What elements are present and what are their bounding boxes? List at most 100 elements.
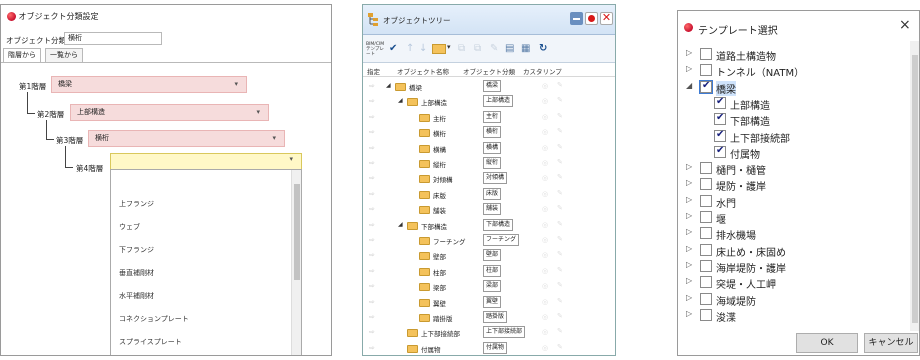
expand-icon[interactable]: ◢ — [686, 81, 692, 90]
dropdown-option[interactable]: 垂直補剛材 — [119, 268, 154, 278]
template-item[interactable]: ▷ 床止め・床固め — [678, 241, 908, 259]
dropdown-option[interactable]: 上フランジ — [119, 199, 154, 209]
template-item[interactable]: ▷ 海岸堤防・護岸 — [678, 257, 908, 275]
category-field[interactable]: 壁部 — [483, 249, 502, 262]
category-field[interactable]: 付属物 — [483, 341, 508, 354]
custom-icon[interactable]: ◎ — [542, 251, 548, 259]
template-item[interactable]: ▷ トンネル（NATM） — [678, 61, 908, 79]
pencil-icon[interactable]: ✎ — [557, 297, 563, 305]
category-field[interactable]: 横構 — [483, 141, 502, 154]
template-item[interactable]: ▷ 水門 — [678, 192, 908, 210]
checkbox[interactable] — [714, 96, 726, 109]
level-4-dropdown[interactable]: 上フランジ ウェブ 下フランジ 垂直補剛材 水平補剛材 コネクションプレート ス… — [110, 169, 302, 355]
expand-icon[interactable]: ▷ — [686, 178, 692, 187]
tree-row[interactable]: ⇨ 付属物 付属物 ◎ ✎ — [363, 341, 615, 355]
tree-row[interactable]: ⇨ 梁部 梁部 ◎ ✎ — [363, 279, 615, 295]
pencil-icon[interactable]: ✎ — [557, 327, 563, 335]
category-field[interactable]: 主桁 — [483, 110, 502, 123]
template-item[interactable]: ▷ 排水機場 — [678, 224, 908, 242]
template-item[interactable]: ▷ 海域堤防 — [678, 290, 908, 308]
checkbox[interactable] — [700, 162, 712, 175]
category-field[interactable]: 横桁 — [483, 126, 502, 139]
pointer-icon[interactable]: ⇨ — [369, 174, 375, 182]
checkbox[interactable] — [700, 64, 712, 77]
dropdown-option[interactable]: コネクションプレート — [119, 314, 189, 324]
pencil-icon[interactable]: ✎ — [557, 96, 563, 104]
custom-icon[interactable]: ◎ — [542, 97, 548, 105]
expand-icon[interactable]: ◢ — [398, 221, 403, 228]
custom-icon[interactable]: ◎ — [542, 236, 548, 244]
expand-icon[interactable]: ▷ — [686, 195, 692, 204]
pointer-icon[interactable]: ⇨ — [369, 82, 375, 90]
checkbox[interactable] — [700, 276, 712, 289]
custom-icon[interactable]: ◎ — [542, 190, 548, 198]
paste-icon[interactable]: ⧉ — [474, 43, 481, 55]
custom-icon[interactable]: ◎ — [542, 328, 548, 336]
category-field[interactable]: 舗装 — [483, 203, 502, 216]
custom-icon[interactable]: ◎ — [542, 82, 548, 90]
pencil-icon[interactable]: ✎ — [557, 173, 563, 181]
add-folder-icon[interactable] — [432, 44, 446, 54]
template-button[interactable]: BIM/CIM テンプレート — [366, 42, 388, 57]
category-field[interactable]: 上部構造 — [483, 95, 514, 108]
template-item[interactable]: 下部構造 — [678, 110, 908, 128]
pencil-icon[interactable]: ✎ — [557, 204, 563, 212]
dropdown-option[interactable]: スプライスプレート — [119, 337, 182, 347]
tree-row[interactable]: ⇨ 横構 横構 ◎ ✎ — [363, 141, 615, 157]
expand-icon[interactable]: ▷ — [686, 260, 692, 269]
checkbox[interactable] — [700, 308, 712, 321]
pointer-icon[interactable]: ⇨ — [369, 144, 375, 152]
tree-row[interactable]: ⇨ 踏掛版 踏掛版 ◎ ✎ — [363, 310, 615, 326]
checkbox[interactable] — [714, 112, 726, 126]
tree-row[interactable]: ⇨ 柱部 柱部 ◎ ✎ — [363, 264, 615, 280]
checkbox[interactable] — [714, 145, 726, 158]
tree-row[interactable]: ⇨ 主桁 主桁 ◎ ✎ — [363, 110, 615, 126]
tree-row[interactable]: ⇨ フーチング フーチング ◎ ✎ — [363, 233, 615, 249]
template-item[interactable]: ▷ 突堤・人工岬 — [678, 273, 908, 291]
tree-row[interactable]: ⇨ 対傾構 対傾構 ◎ ✎ — [363, 171, 615, 187]
template-item[interactable]: ▷ 堤防・護岸 — [678, 175, 908, 193]
tree-row[interactable]: ⇨ ◢ 橋梁 橋梁 ◎ ✎ — [363, 79, 615, 95]
checkbox[interactable] — [700, 243, 712, 256]
pencil-icon[interactable]: ✎ — [557, 158, 563, 166]
pencil-icon[interactable]: ✎ — [557, 266, 563, 274]
category-field[interactable]: 上下部接続部 — [483, 326, 526, 339]
level-1-select[interactable]: 橋梁 ▾ — [51, 76, 247, 93]
pencil-icon[interactable]: ✎ — [557, 127, 563, 135]
checkbox[interactable] — [700, 211, 712, 223]
expand-icon[interactable]: ▷ — [686, 309, 692, 318]
custom-icon[interactable]: ◎ — [542, 113, 548, 121]
pointer-icon[interactable]: ⇨ — [369, 97, 375, 105]
category-field[interactable]: 踏掛版 — [483, 311, 508, 323]
expand-icon[interactable]: ▷ — [686, 227, 692, 236]
pointer-icon[interactable]: ⇨ — [369, 205, 375, 213]
checkbox[interactable] — [700, 48, 712, 60]
tree-row[interactable]: ⇨ 床版 床版 ◎ ✎ — [363, 187, 615, 203]
pointer-icon[interactable]: ⇨ — [369, 128, 375, 136]
copy-icon[interactable]: ⧉ — [458, 43, 465, 55]
pointer-icon[interactable]: ⇨ — [369, 221, 375, 229]
object-class-input[interactable]: 横桁 — [64, 32, 162, 45]
custom-icon[interactable]: ◎ — [542, 313, 548, 321]
template-item[interactable]: ▷ 浚渫 — [678, 306, 908, 324]
category-field[interactable]: 床版 — [483, 187, 502, 200]
dropdown-option[interactable]: ウェブ — [119, 222, 140, 232]
checkbox[interactable] — [700, 259, 712, 272]
tree-row[interactable]: ⇨ 横桁 横桁 ◎ ✎ — [363, 125, 615, 141]
pencil-icon[interactable]: ✎ — [557, 250, 563, 258]
pencil-icon[interactable]: ✎ — [557, 143, 563, 151]
close-icon[interactable]: ✕ — [600, 12, 613, 25]
tree-row[interactable]: ⇨ ◢ 上部構造 上部構造 ◎ ✎ — [363, 94, 615, 110]
expand-icon[interactable]: ▷ — [686, 276, 692, 285]
pointer-icon[interactable]: ⇨ — [369, 344, 375, 352]
category-field[interactable]: 下部構造 — [483, 218, 514, 231]
scrollbar-thumb[interactable] — [912, 55, 918, 323]
custom-icon[interactable]: ◎ — [542, 205, 548, 213]
pencil-icon[interactable]: ✎ — [557, 112, 563, 120]
ok-button[interactable]: OK — [796, 333, 858, 353]
pointer-icon[interactable]: ⇨ — [369, 282, 375, 290]
pointer-icon[interactable]: ⇨ — [369, 190, 375, 198]
pencil-icon[interactable]: ✎ — [557, 235, 563, 243]
tree-row[interactable]: ⇨ 壁部 壁部 ◎ ✎ — [363, 248, 615, 264]
custom-icon[interactable]: ◎ — [542, 267, 548, 275]
